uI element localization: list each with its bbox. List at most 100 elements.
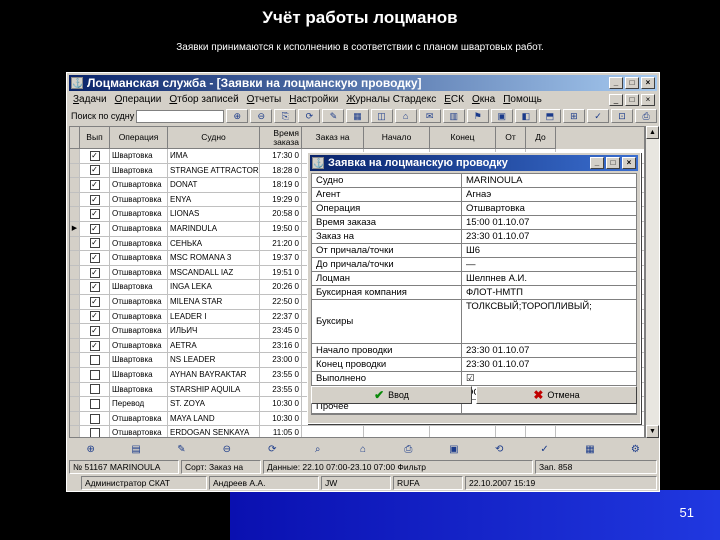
bottom-tool-icon-7[interactable]: ⎙ bbox=[387, 442, 430, 456]
cancel-button[interactable]: ✖ Отмена bbox=[476, 386, 637, 404]
toolbar-tool-icon-11[interactable]: ▣ bbox=[490, 109, 513, 123]
search-input[interactable] bbox=[136, 109, 225, 123]
dialog-field-value[interactable]: 23:30 01.10.07 bbox=[462, 230, 636, 243]
dialog-field-value[interactable]: MARINOULA bbox=[462, 174, 636, 187]
dialog-field-value[interactable]: 15:00 01.10.07 bbox=[462, 216, 636, 229]
toolbar-tool-icon-3[interactable]: ⟳ bbox=[298, 109, 321, 123]
toolbar-tool-icon-6[interactable]: ◫ bbox=[370, 109, 393, 123]
toolbar-tool-icon-17[interactable]: ⎙ bbox=[635, 109, 658, 123]
menu-item-6[interactable]: ЕСК bbox=[440, 94, 468, 105]
dialog-maximize-button[interactable]: □ bbox=[606, 157, 620, 169]
toolbar-tool-icon-2[interactable]: ⎘ bbox=[274, 109, 297, 123]
toolbar-tool-icon-10[interactable]: ⚑ bbox=[466, 109, 489, 123]
window-titlebar[interactable]: ⚓ Лоцманская служба - [Заявки на лоцманс… bbox=[69, 75, 657, 91]
dialog-field-value[interactable]: — bbox=[462, 258, 636, 271]
bottom-tool-icon-3[interactable]: ⊖ bbox=[205, 442, 248, 456]
grid-header-col-4[interactable]: Заказ на bbox=[302, 127, 364, 149]
scroll-down-icon[interactable]: ▼ bbox=[646, 425, 659, 438]
row-done-checkbox[interactable]: ✓ bbox=[89, 180, 100, 191]
row-done-checkbox[interactable]: ✓ bbox=[89, 267, 100, 278]
row-done-checkbox[interactable]: ✓ bbox=[89, 282, 100, 293]
row-done-checkbox[interactable]: ✓ bbox=[89, 311, 100, 322]
grid-header-col-7[interactable]: От bbox=[496, 127, 526, 149]
grid-header-col-8[interactable]: До bbox=[526, 127, 556, 149]
mdi-maximize-button[interactable]: □ bbox=[625, 93, 639, 106]
row-done-checkbox[interactable]: ✓ bbox=[89, 253, 100, 264]
row-done-checkbox[interactable]: ✓ bbox=[89, 296, 100, 307]
toolbar-tool-icon-8[interactable]: ✉ bbox=[418, 109, 441, 123]
toolbar-tool-icon-14[interactable]: ⊞ bbox=[562, 109, 585, 123]
row-done-checkbox[interactable] bbox=[89, 428, 100, 437]
dialog-field-value[interactable]: Шелпнев А.И. bbox=[462, 272, 636, 285]
dialog-close-button[interactable]: × bbox=[622, 157, 636, 169]
grid-header-col-3[interactable]: Время заказа bbox=[260, 127, 302, 149]
grid-header-col-1[interactable]: Операция bbox=[110, 127, 168, 149]
toolbar-tool-icon-4[interactable]: ✎ bbox=[322, 109, 345, 123]
menu-item-3[interactable]: Отчеты bbox=[243, 94, 286, 105]
bottom-tool-icon-11[interactable]: ▦ bbox=[568, 442, 611, 456]
toolbar-tool-icon-0[interactable]: ⊕ bbox=[226, 109, 249, 123]
toolbar-tool-icon-7[interactable]: ⌂ bbox=[394, 109, 417, 123]
toolbar-tool-icon-9[interactable]: ▥ bbox=[442, 109, 465, 123]
dialog-field-value[interactable]: ТОЛКСВЫЙ;ТОРОПЛИВЫЙ; bbox=[462, 300, 636, 343]
dialog-field-value[interactable]: Ш6 bbox=[462, 244, 636, 257]
row-done-checkbox[interactable] bbox=[89, 369, 100, 380]
menu-item-7[interactable]: Окна bbox=[468, 94, 499, 105]
menu-item-1[interactable]: Операции bbox=[111, 94, 166, 105]
toolbar-tool-icon-12[interactable]: ◧ bbox=[514, 109, 537, 123]
grid-header-col-5[interactable]: Начало bbox=[364, 127, 430, 149]
grid-scrollbar[interactable]: ▲ ▼ bbox=[645, 126, 659, 438]
toolbar-tool-icon-13[interactable]: ⬒ bbox=[538, 109, 561, 123]
dialog-field-value[interactable]: Агнаэ bbox=[462, 188, 636, 201]
grid-header-col-2[interactable]: Судно bbox=[168, 127, 260, 149]
toolbar-tool-icon-5[interactable]: ▦ bbox=[346, 109, 369, 123]
row-done-checkbox[interactable]: ✓ bbox=[89, 223, 100, 234]
table-row[interactable]: Отшвартовка ERDOGAN SENKAYA 11:05 0 bbox=[70, 426, 644, 437]
bottom-tool-icon-4[interactable]: ⟳ bbox=[251, 442, 294, 456]
row-done-checkbox[interactable]: ✓ bbox=[89, 150, 100, 161]
minimize-button[interactable]: _ bbox=[609, 77, 623, 89]
row-done-checkbox[interactable]: ✓ bbox=[89, 340, 100, 351]
grid-header-col-6[interactable]: Конец bbox=[430, 127, 496, 149]
bottom-tool-icon-9[interactable]: ⟲ bbox=[478, 442, 521, 456]
row-done-checkbox[interactable] bbox=[89, 398, 100, 409]
toolbar-tool-icon-15[interactable]: ✓ bbox=[586, 109, 609, 123]
menu-item-5[interactable]: Журналы Стардекс bbox=[342, 94, 440, 105]
bottom-tool-icon-5[interactable]: ⌕ bbox=[296, 442, 339, 456]
dialog-field-value[interactable]: 23:30 01.10.07 bbox=[462, 344, 636, 357]
grid-header-col-0[interactable]: Вып bbox=[80, 127, 110, 149]
row-done-checkbox[interactable]: ✓ bbox=[89, 165, 100, 176]
dialog-field-value[interactable]: Отшвартовка bbox=[462, 202, 636, 215]
toolbar-tool-icon-16[interactable]: ⊡ bbox=[611, 109, 634, 123]
bottom-tool-icon-8[interactable]: ▣ bbox=[432, 442, 475, 456]
bottom-tool-icon-10[interactable]: ✓ bbox=[523, 442, 566, 456]
scroll-up-icon[interactable]: ▲ bbox=[646, 126, 659, 139]
menu-item-2[interactable]: Отбор записей bbox=[165, 94, 242, 105]
bottom-tool-icon-1[interactable]: ▤ bbox=[114, 442, 157, 456]
bottom-tool-icon-6[interactable]: ⌂ bbox=[341, 442, 384, 456]
row-done-checkbox[interactable]: ✓ bbox=[89, 194, 100, 205]
bottom-tool-icon-2[interactable]: ✎ bbox=[160, 442, 203, 456]
menu-item-0[interactable]: Задачи bbox=[69, 94, 111, 105]
mdi-minimize-button[interactable]: _ bbox=[609, 93, 623, 106]
toolbar-tool-icon-1[interactable]: ⊖ bbox=[250, 109, 273, 123]
dialog-field-value[interactable]: ☑ bbox=[462, 372, 636, 385]
menu-item-8[interactable]: Помощь bbox=[499, 94, 546, 105]
menu-item-4[interactable]: Настройки bbox=[285, 94, 342, 105]
dialog-field-value[interactable]: ФЛОТ-НМТП bbox=[462, 286, 636, 299]
app-icon[interactable]: ⚓ bbox=[71, 77, 83, 89]
row-done-checkbox[interactable]: ✓ bbox=[89, 238, 100, 249]
dialog-titlebar[interactable]: ⚓ Заявка на лоцманскую проводку _ □ × bbox=[310, 155, 638, 171]
row-done-checkbox[interactable] bbox=[89, 413, 100, 424]
row-done-checkbox[interactable]: ✓ bbox=[89, 326, 100, 337]
row-done-checkbox[interactable] bbox=[89, 355, 100, 366]
dialog-minimize-button[interactable]: _ bbox=[590, 157, 604, 169]
ok-button[interactable]: ✔ Ввод bbox=[311, 386, 472, 404]
row-done-checkbox[interactable]: ✓ bbox=[89, 209, 100, 220]
close-button[interactable]: × bbox=[641, 77, 655, 89]
bottom-tool-icon-0[interactable]: ⊕ bbox=[69, 442, 112, 456]
dialog-field-value[interactable]: 23:30 01.10.07 bbox=[462, 358, 636, 371]
bottom-tool-icon-12[interactable]: ⚙ bbox=[614, 442, 657, 456]
row-done-checkbox[interactable] bbox=[89, 384, 100, 395]
maximize-button[interactable]: □ bbox=[625, 77, 639, 89]
